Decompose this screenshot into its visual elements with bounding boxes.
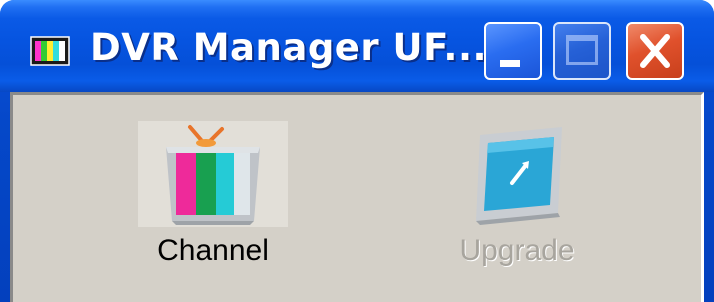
maximize-button[interactable] bbox=[553, 22, 611, 80]
tv-channel-icon bbox=[138, 121, 288, 227]
minimize-button[interactable] bbox=[484, 22, 542, 80]
maximize-icon bbox=[566, 35, 598, 65]
upgrade-button[interactable]: Upgrade bbox=[427, 121, 607, 269]
window-title: DVR Manager UF... bbox=[90, 26, 488, 69]
upgrade-icon bbox=[476, 127, 562, 225]
minimize-icon bbox=[500, 60, 520, 67]
upgrade-label: Upgrade bbox=[459, 234, 575, 267]
client-area: Channel Upgrade bbox=[10, 92, 704, 302]
close-button[interactable] bbox=[626, 22, 684, 80]
title-bar[interactable]: DVR Manager UF... bbox=[0, 0, 714, 92]
app-window: DVR Manager UF... Channel Upgrade bbox=[0, 0, 714, 302]
tv-icon[interactable] bbox=[30, 36, 70, 66]
channel-label: Channel bbox=[157, 234, 269, 267]
close-icon bbox=[640, 34, 670, 68]
channel-button[interactable]: Channel bbox=[123, 121, 303, 269]
